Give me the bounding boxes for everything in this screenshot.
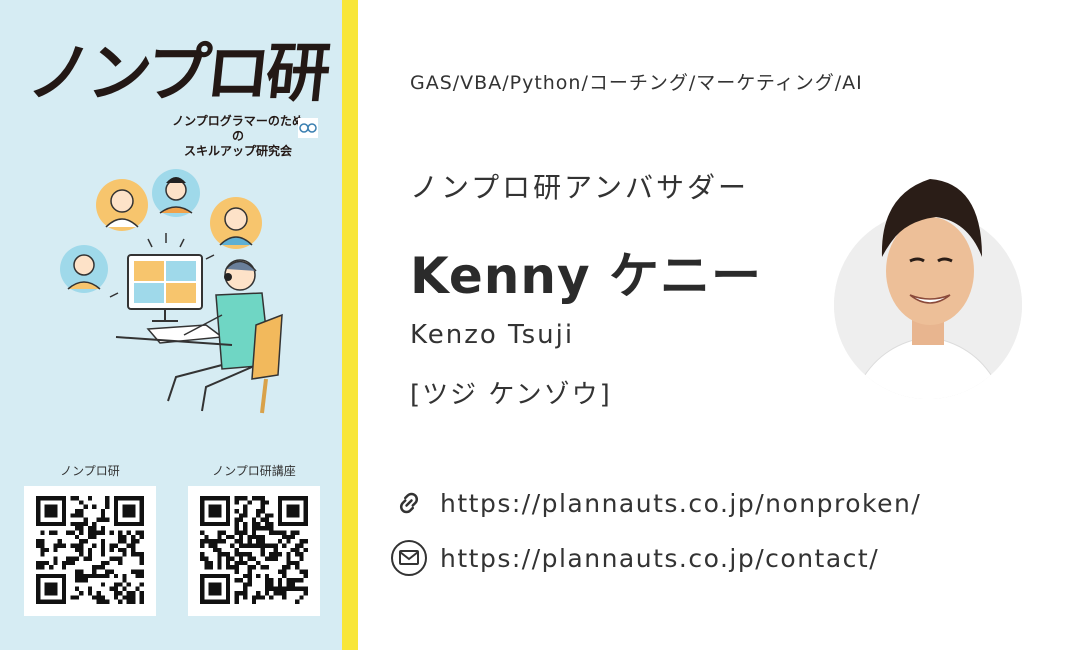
website-link[interactable]: https://plannauts.co.jp/nonproken/ — [390, 483, 921, 523]
avatar-man — [152, 169, 200, 217]
contact-link[interactable]: https://plannauts.co.jp/contact/ — [390, 538, 879, 578]
contact-url[interactable]: https://plannauts.co.jp/contact/ — [440, 544, 879, 573]
skills-list: GAS/VBA/Python/コーチング/マーケティング/AI — [410, 72, 863, 94]
website-url[interactable]: https://plannauts.co.jp/nonproken/ — [440, 489, 921, 518]
display-name: Kenny ケニー — [410, 247, 762, 305]
mail-icon — [390, 539, 428, 577]
qr-label-nonproken-course: ノンプロ研講座 — [212, 464, 296, 478]
role-title: ノンプロ研アンバサダー — [410, 171, 750, 204]
qr-label-nonproken: ノンプロ研 — [60, 464, 120, 478]
avatar-man-left — [60, 245, 108, 293]
qr-code-image — [36, 496, 144, 604]
name-kana: [ツジ ケンゾウ] — [410, 380, 612, 410]
monitor — [127, 254, 203, 322]
logo-title: ノンプロ研 — [24, 37, 330, 111]
glasses-icon — [298, 118, 318, 138]
qr-code-image — [200, 496, 308, 604]
qr-code-nonproken-course[interactable] — [188, 486, 320, 616]
profile-photo — [834, 179, 1022, 399]
avatar-woman — [210, 197, 262, 249]
logo-subtitle-line1: ノンプログラマーのための — [172, 114, 304, 143]
logo-subtitle-line2: スキルアップ研究会 — [183, 144, 292, 158]
name-romanized: Kenzo Tsuji — [410, 320, 575, 350]
link-icon — [390, 484, 428, 522]
avatar-woman-glasses — [96, 179, 148, 231]
accent-stripe — [342, 0, 358, 650]
qr-code-nonproken[interactable] — [24, 486, 156, 616]
online-meeting-illustration — [60, 169, 283, 414]
logo-subtitle: ノンプログラマーのための スキルアップ研究会 — [168, 114, 308, 159]
